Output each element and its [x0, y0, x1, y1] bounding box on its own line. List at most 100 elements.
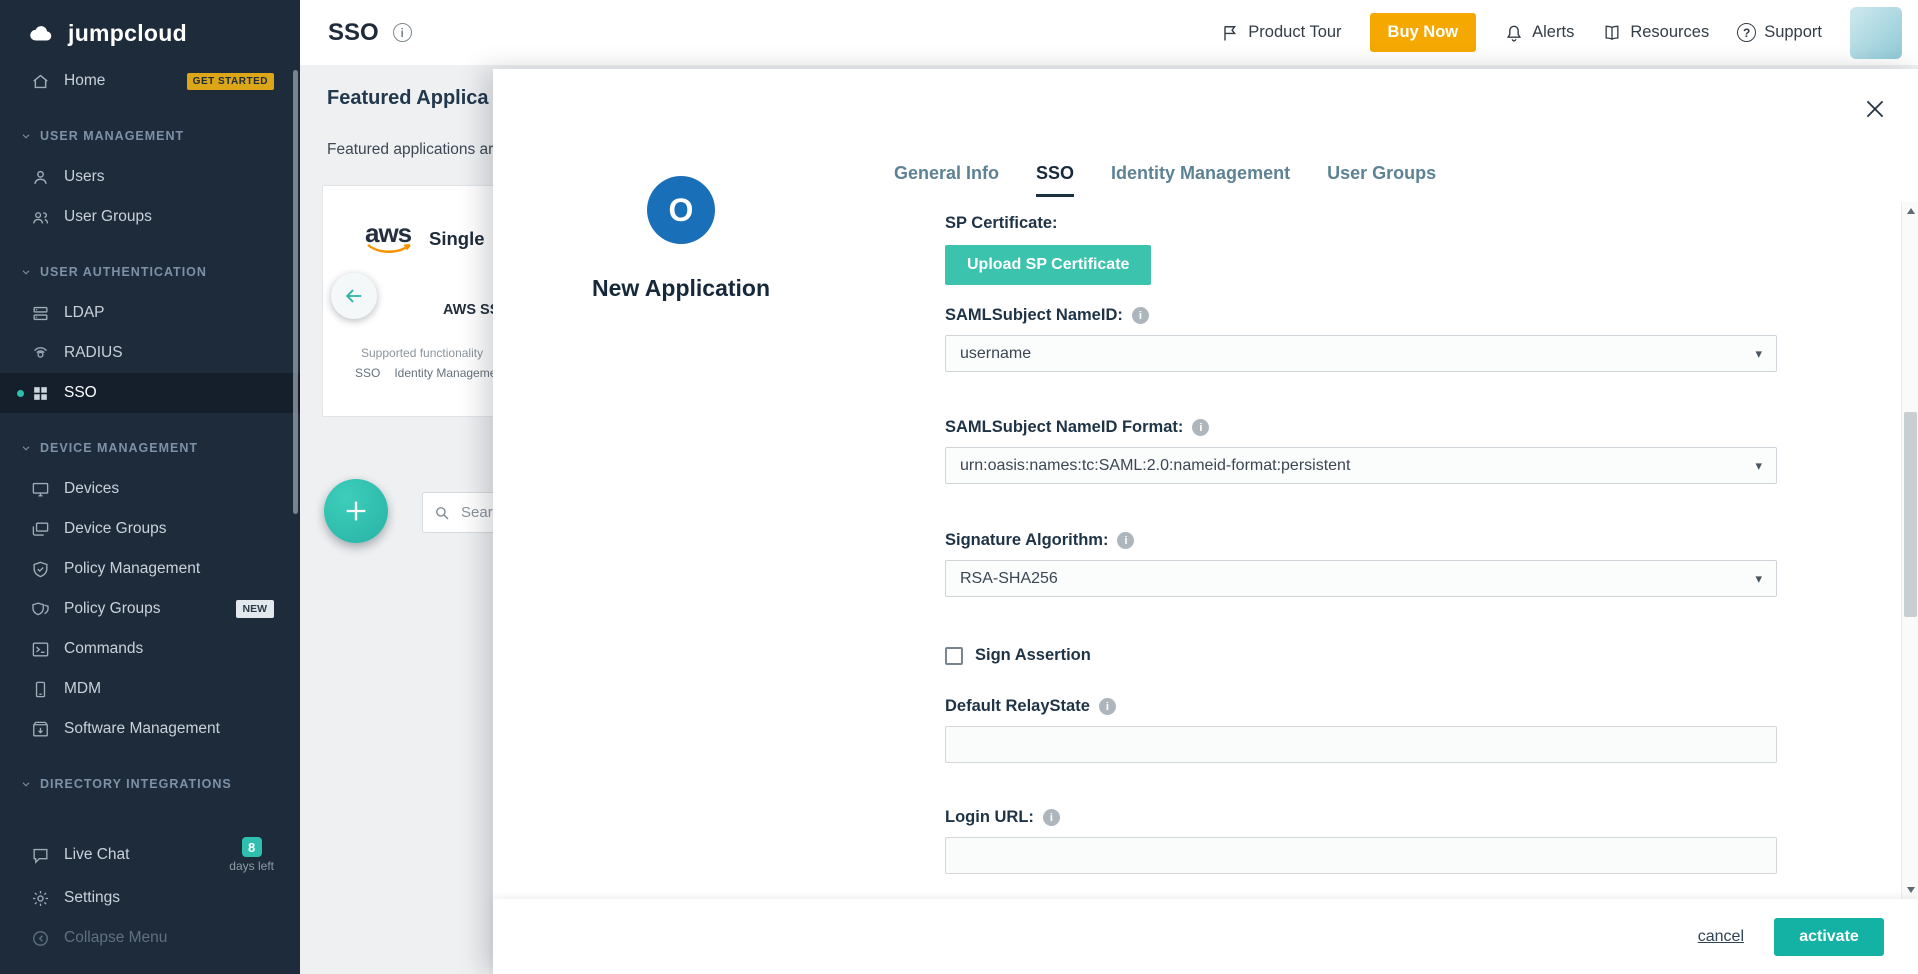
chevron-down-icon	[20, 778, 32, 790]
info-icon[interactable]	[1099, 698, 1116, 715]
product-tour-button[interactable]: Product Tour	[1220, 23, 1341, 43]
sidebar-item-software-management[interactable]: Software Management	[0, 709, 300, 749]
sidebar-item-devices[interactable]: Devices	[0, 469, 300, 509]
chevron-down-icon	[1755, 346, 1762, 362]
info-icon[interactable]	[1117, 532, 1134, 549]
sidebar-item-radius[interactable]: RADIUS	[0, 333, 300, 373]
sidebar-item-commands[interactable]: Commands	[0, 629, 300, 669]
book-icon	[1602, 23, 1622, 43]
sidebar-item-label: Settings	[64, 889, 120, 907]
sidebar-item-policy-groups[interactable]: Policy Groups NEW	[0, 589, 300, 629]
sidebar-item-policy-management[interactable]: Policy Management	[0, 549, 300, 589]
info-icon[interactable]	[393, 23, 412, 42]
sidebar-item-user-groups[interactable]: User Groups	[0, 197, 300, 237]
sidebar-item-collapse-menu[interactable]: Collapse Menu	[0, 918, 300, 958]
upload-sp-certificate-button[interactable]: Upload SP Certificate	[945, 245, 1151, 285]
card-supported-text: Supported functionality	[361, 346, 483, 360]
sidebar-item-settings[interactable]: Settings	[0, 878, 300, 918]
info-icon[interactable]	[1132, 307, 1149, 324]
info-icon[interactable]	[1043, 809, 1060, 826]
nameid-format-select[interactable]: urn:oasis:names:tc:SAML:2.0:nameid-forma…	[945, 447, 1777, 484]
form-scrollbar[interactable]	[1901, 202, 1918, 899]
tab-general-info[interactable]: General Info	[894, 163, 999, 197]
sidebar-item-device-groups[interactable]: Device Groups	[0, 509, 300, 549]
close-icon[interactable]	[1862, 95, 1890, 123]
sidebar-item-sso[interactable]: SSO	[0, 373, 300, 413]
tab-sso[interactable]: SSO	[1036, 163, 1074, 197]
sidebar-scrollbar[interactable]	[293, 70, 298, 514]
nameid-format-group: SAMLSubject NameID Format: urn:oasis:nam…	[945, 418, 1777, 484]
relaystate-input[interactable]	[945, 726, 1777, 763]
sidebar-footer: Live Chat 8 days left Settings Collapse …	[0, 832, 300, 958]
avatar[interactable]	[1850, 7, 1902, 59]
app-logo: O	[647, 176, 715, 244]
aws-logo: aws	[365, 218, 415, 255]
software-box-icon	[31, 720, 50, 739]
sidebar-section-user-authentication[interactable]: USER AUTHENTICATION	[0, 251, 300, 293]
sidebar-item-label: Devices	[64, 480, 119, 498]
ldap-icon	[31, 304, 50, 323]
sidebar-item-users[interactable]: Users	[0, 157, 300, 197]
phone-icon	[31, 680, 50, 699]
tab-user-groups[interactable]: User Groups	[1327, 163, 1436, 197]
carousel-back-button[interactable]	[331, 273, 377, 319]
radius-icon	[31, 344, 50, 363]
user-icon	[31, 168, 50, 187]
nameid-label: SAMLSubject NameID:	[945, 306, 1123, 325]
tab-identity-management[interactable]: Identity Management	[1111, 163, 1290, 197]
app-window: jumpcloud Home GET STARTED USER MANAGEME…	[0, 0, 1918, 974]
chevron-down-icon	[20, 266, 32, 278]
section-title: DEVICE MANAGEMENT	[40, 441, 198, 455]
signature-algorithm-value: RSA-SHA256	[960, 570, 1058, 588]
nameid-format-value: urn:oasis:names:tc:SAML:2.0:nameid-forma…	[960, 457, 1350, 475]
home-icon	[31, 72, 50, 91]
sidebar-section-directory-integrations[interactable]: DIRECTORY INTEGRATIONS	[0, 763, 300, 805]
sso-grid-icon	[31, 384, 50, 403]
tag-sso: SSO	[355, 366, 380, 380]
signature-algorithm-select[interactable]: RSA-SHA256	[945, 560, 1777, 597]
terminal-icon	[31, 640, 50, 659]
alerts-label: Alerts	[1532, 23, 1574, 42]
support-button[interactable]: Support	[1737, 23, 1822, 42]
sidebar-item-live-chat[interactable]: Live Chat 8 days left	[0, 832, 300, 878]
collapse-icon	[31, 929, 50, 948]
scroll-down-arrow[interactable]	[1902, 881, 1918, 899]
monitor-icon	[31, 480, 50, 499]
nameid-value: username	[960, 345, 1031, 363]
cancel-button[interactable]: cancel	[1698, 928, 1744, 946]
tag-identity-management: Identity Managemen	[394, 366, 503, 380]
sidebar-item-mdm[interactable]: MDM	[0, 669, 300, 709]
login-url-label: Login URL:	[945, 808, 1034, 827]
active-indicator-dot	[17, 390, 24, 397]
signature-algorithm-label: Signature Algorithm:	[945, 531, 1108, 550]
search-icon	[433, 504, 451, 522]
sidebar-item-ldap[interactable]: LDAP	[0, 293, 300, 333]
sidebar-section-device-management[interactable]: DEVICE MANAGEMENT	[0, 427, 300, 469]
question-icon	[1737, 23, 1756, 42]
sidebar-item-label: Home	[64, 72, 105, 90]
buy-now-button[interactable]: Buy Now	[1370, 13, 1477, 52]
sidebar-item-label: Policy Groups	[64, 600, 160, 618]
scroll-up-arrow[interactable]	[1902, 202, 1918, 220]
sidebar-item-label: Commands	[64, 640, 143, 658]
monitors-icon	[31, 520, 50, 539]
info-icon[interactable]	[1192, 419, 1209, 436]
sign-assertion-checkbox[interactable]	[945, 647, 963, 665]
days-left-badge: 8	[242, 837, 262, 857]
app-initial: O	[669, 192, 694, 229]
add-application-button[interactable]	[324, 479, 388, 543]
alerts-button[interactable]: Alerts	[1504, 23, 1574, 43]
sidebar-item-label: Policy Management	[64, 560, 200, 578]
sso-configuration-form: SP Certificate: Upload SP Certificate SA…	[945, 202, 1777, 899]
scrollbar-thumb[interactable]	[1904, 412, 1917, 617]
sidebar-item-label: Software Management	[64, 720, 220, 738]
activate-button[interactable]: activate	[1774, 918, 1884, 956]
section-title: USER AUTHENTICATION	[40, 265, 207, 279]
jumpcloud-logo[interactable]: jumpcloud	[0, 0, 300, 61]
resources-button[interactable]: Resources	[1602, 23, 1709, 43]
nameid-select[interactable]: username	[945, 335, 1777, 372]
sidebar-item-home[interactable]: Home GET STARTED	[0, 61, 300, 101]
sidebar-section-user-management[interactable]: USER MANAGEMENT	[0, 115, 300, 157]
sidebar-item-label: MDM	[64, 680, 101, 698]
login-url-input[interactable]	[945, 837, 1777, 874]
